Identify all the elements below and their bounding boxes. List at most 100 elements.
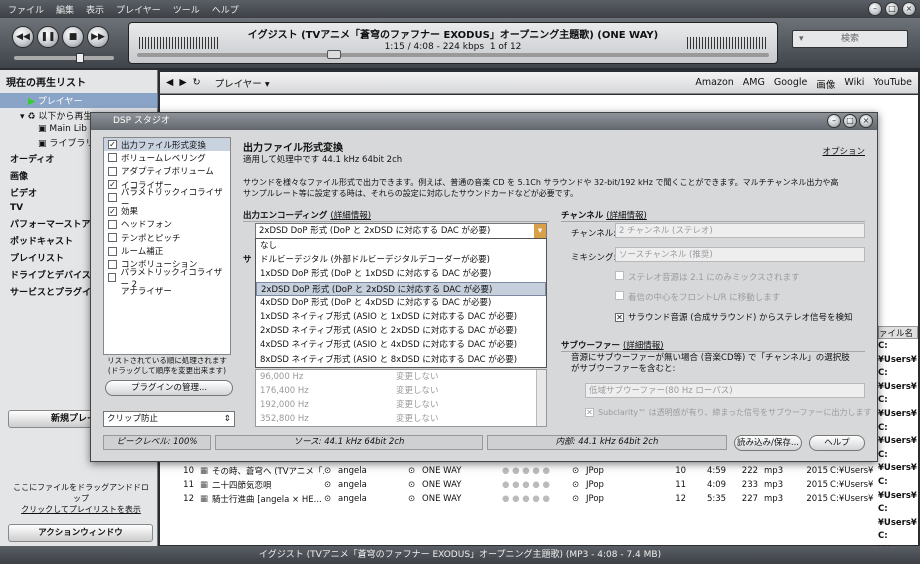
volume-slider[interactable] [14, 53, 114, 63]
list-item[interactable]: アダプティブボリューム [104, 165, 230, 178]
checkbox[interactable] [108, 273, 117, 283]
list-item[interactable]: 4xDSD DoP 形式 (DoP と 4xDSD に対応する DAC が必要) [256, 296, 546, 310]
table-row[interactable]: 10 ▦ その時、蒼穹へ (TVアニメ「... ⊙ angela ⊙ ONE W… [176, 464, 918, 477]
list-item[interactable]: ドルビーデジタル (外部ドルビーデジタルデコーダーが必要) [256, 253, 546, 267]
menu-icon[interactable]: ⊙ [324, 480, 338, 490]
show-playlist-link[interactable]: クリックしてプレイリストを表示 [10, 504, 152, 515]
scrollbar[interactable] [536, 370, 546, 426]
subwoofer-select[interactable]: 低域サブウーファー(80 Hz ローパス) [585, 383, 865, 398]
link-amg[interactable]: AMG [743, 77, 765, 91]
previous-icon[interactable]: ◀◀ [12, 26, 34, 48]
tab-player[interactable]: プレイヤー ▾ [215, 76, 270, 90]
options-link[interactable]: オプション [822, 145, 865, 157]
minimize-icon[interactable]: – [827, 114, 841, 128]
list-item[interactable]: 1xDSD ネイティブ形式 (ASIO と 1xDSD に対応する DAC が必… [256, 310, 546, 324]
channels-select[interactable]: 2 チャンネル (ステレオ) [615, 223, 865, 238]
close-icon[interactable]: × [902, 2, 916, 16]
stereo-mix-option[interactable]: ステレオ音源は 2.1 にのみミックスされます [615, 271, 800, 283]
menu-view[interactable]: 表示 [86, 3, 104, 16]
table-row[interactable]: 11 ▦ 二十四節気恋唄 ⊙ angela ⊙ ONE WAY ● ● ● ● … [176, 478, 918, 491]
pause-icon[interactable]: ❚❚ [37, 26, 59, 48]
clip-protection-select[interactable]: クリップ防止 ⇕ [103, 411, 235, 427]
next-icon[interactable]: ▶▶ [87, 26, 109, 48]
subclarity-option[interactable]: ✕ Subclarity™ は透明感が有り、締まった信号をサブウーファーに出力しま… [585, 407, 872, 418]
table-row[interactable]: 12 ▦ 騎士行進曲 [angela × HE... ⊙ angela ⊙ ON… [176, 492, 918, 505]
rating-stars[interactable]: ● ● ● ● ● [502, 466, 572, 476]
help-button[interactable]: ヘルプ [809, 435, 865, 451]
list-item[interactable]: 4xDSD ネイティブ形式 (ASIO と 4xDSD に対応する DAC が必… [256, 338, 546, 352]
checkbox[interactable] [615, 271, 624, 280]
link-amazon[interactable]: Amazon [695, 77, 733, 91]
column-header-filename[interactable]: ァイル名 [878, 326, 918, 339]
close-icon[interactable]: × [859, 114, 873, 128]
list-item[interactable]: 2xDSD ネイティブ形式 (ASIO と 2xDSD に対応する DAC が必… [256, 324, 546, 338]
menu-file[interactable]: ファイル [8, 3, 44, 16]
list-item[interactable]: パラメトリックイコライザー [104, 188, 230, 210]
seek-bar[interactable] [137, 50, 769, 59]
volume-thumb[interactable] [76, 53, 84, 63]
back-icon[interactable]: ◀ [166, 77, 173, 88]
checkbox[interactable] [108, 193, 117, 203]
table-row[interactable]: 96,000 Hz 変更しない [256, 370, 546, 384]
link-wiki[interactable]: Wiki [844, 77, 864, 91]
link-images[interactable]: 画像 [816, 77, 835, 91]
menu-player[interactable]: プレイヤー [116, 3, 161, 16]
link-youtube[interactable]: YouTube [873, 77, 912, 91]
checkbox[interactable]: ✕ [585, 408, 594, 417]
center-move-option[interactable]: 着信の中心をフロントL/R に移動します [615, 291, 780, 303]
table-row[interactable]: 176,400 Hz 変更しない [256, 384, 546, 398]
list-item[interactable]: 2xDSD DoP 形式 (DoP と 2xDSD に対応する DAC が必要) [256, 281, 546, 296]
menu-tools[interactable]: ツール [173, 3, 200, 16]
menu-icon[interactable]: ⊙ [324, 466, 338, 476]
table-row[interactable]: 352,800 Hz 変更しない [256, 412, 546, 426]
rating-stars[interactable]: ● ● ● ● ● [502, 480, 572, 490]
action-window-button[interactable]: アクションウィンドウ [8, 524, 153, 542]
search-box[interactable]: ▾ 検索 [792, 30, 908, 48]
menu-edit[interactable]: 編集 [56, 3, 74, 16]
checkbox[interactable]: ✓ [108, 206, 117, 216]
load-save-button[interactable]: 読み込み/保存... [734, 435, 802, 451]
menu-icon[interactable]: ⊙ [324, 494, 338, 504]
refresh-icon[interactable]: ↻ [193, 77, 201, 88]
link-google[interactable]: Google [774, 77, 808, 91]
menu-icon[interactable]: ⊙ [408, 466, 422, 476]
rating-stars[interactable]: ● ● ● ● ● [502, 494, 572, 504]
checkbox[interactable] [108, 259, 117, 269]
surround-detect-option[interactable]: ✕ サラウンド音源 (合成サラウンド) からステレオ信号を検知 [615, 311, 853, 323]
menu-icon[interactable]: ⊙ [572, 480, 586, 490]
menu-help[interactable]: ヘルプ [212, 3, 239, 16]
minimize-icon[interactable]: – [868, 2, 882, 16]
mixing-select[interactable]: ソースチャンネル (推奨) [615, 247, 865, 262]
sidebar-item-player[interactable]: ▶ プレイヤー [0, 93, 157, 108]
checkbox[interactable] [615, 291, 624, 300]
checkbox[interactable] [108, 233, 117, 243]
details-link[interactable]: (詳細情報) [330, 211, 371, 221]
details-link[interactable]: (詳細情報) [623, 341, 664, 351]
list-item[interactable]: なし [256, 239, 546, 253]
maximize-icon[interactable]: □ [843, 114, 857, 128]
checkbox[interactable] [108, 166, 117, 176]
checkbox[interactable] [108, 246, 117, 256]
checkbox[interactable]: ✓ [108, 140, 117, 150]
maximize-icon[interactable]: □ [885, 2, 899, 16]
list-item[interactable]: ✓ 出力ファイル形式変換 [104, 138, 230, 152]
list-item[interactable]: ヘッドフォン [104, 218, 230, 231]
checkbox[interactable]: ✕ [615, 313, 624, 322]
list-item[interactable]: ボリュームレベリング [104, 151, 230, 164]
checkbox[interactable] [108, 153, 117, 163]
list-item[interactable]: テンポとピッチ [104, 231, 230, 244]
list-item[interactable]: ルーム補正 [104, 244, 230, 257]
menu-icon[interactable]: ⊙ [408, 494, 422, 504]
details-link[interactable]: (詳細情報) [606, 211, 647, 221]
list-item[interactable]: パラメトリックイコライザー 2 [104, 268, 230, 290]
menu-icon[interactable]: ⊙ [572, 466, 586, 476]
menu-icon[interactable]: ⊙ [572, 494, 586, 504]
encoding-select[interactable]: 2xDSD DoP 形式 (DoP と 2xDSD に対応する DAC が必要)… [255, 223, 547, 239]
forward-icon[interactable]: ▶ [179, 77, 186, 88]
checkbox[interactable]: ✓ [108, 180, 117, 190]
list-item[interactable]: 8xDSD ネイティブ形式 (ASIO と 8xDSD に対応する DAC が必… [256, 353, 546, 367]
menu-icon[interactable]: ⊙ [408, 480, 422, 490]
list-item[interactable]: 1xDSD DoP 形式 (DoP と 1xDSD に対応する DAC が必要) [256, 267, 546, 281]
checkbox[interactable] [108, 219, 117, 229]
stop-icon[interactable]: ■ [62, 26, 84, 48]
